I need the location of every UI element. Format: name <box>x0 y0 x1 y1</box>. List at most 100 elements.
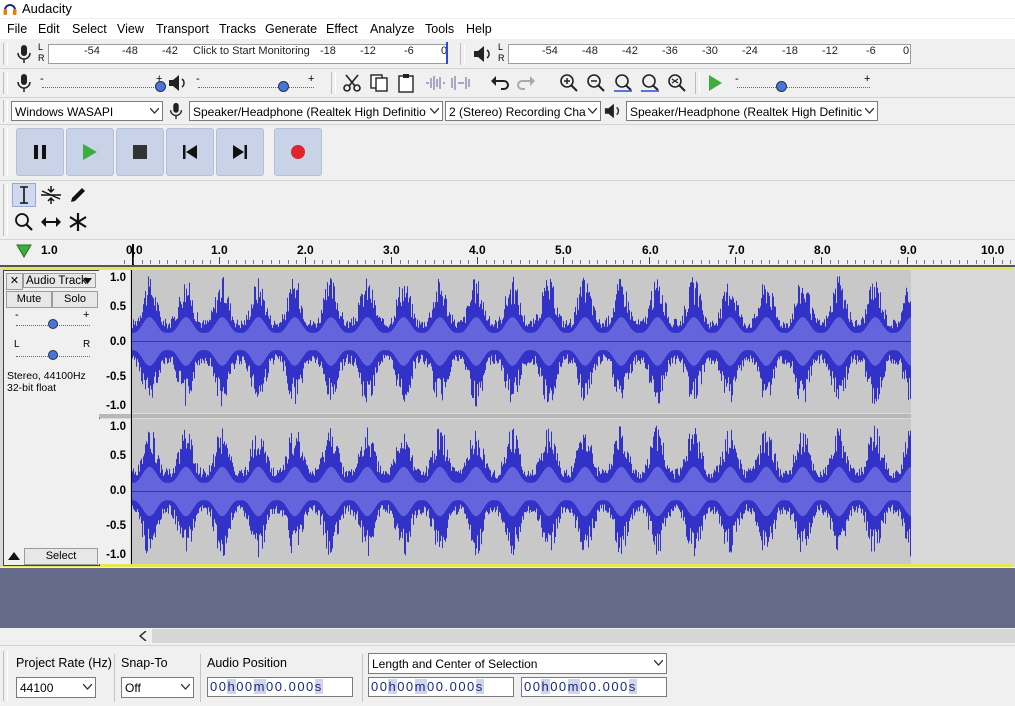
zoom-in-button[interactable] <box>557 71 581 95</box>
selection-length-time[interactable]: 00h00m00.000s <box>368 677 514 697</box>
vertical-scale-channel-2[interactable]: 1.0 0.5 0.0 -0.5 -1.0 <box>99 419 130 564</box>
fit-selection-button[interactable] <box>611 71 635 95</box>
menu-transport[interactable]: Transport <box>156 22 209 36</box>
ruler-tick <box>916 260 917 264</box>
fit-project-button[interactable] <box>638 71 662 95</box>
ruler-tick <box>950 260 951 264</box>
menu-tools[interactable]: Tools <box>425 22 454 36</box>
ruler-tick <box>855 260 856 264</box>
timeline-ruler[interactable]: 1.0 0.0 1.0 2.0 3.0 4.0 5.0 6.0 7.0 8.0 … <box>0 241 1015 267</box>
menu-select[interactable]: Select <box>72 22 107 36</box>
horizontal-scrollbar[interactable] <box>0 628 1015 644</box>
track-gain-thumb[interactable] <box>48 319 58 329</box>
collapse-track-icon[interactable] <box>8 551 20 560</box>
toolbar-grip[interactable] <box>3 128 8 176</box>
scrollbar-track[interactable] <box>152 629 1015 643</box>
playback-volume-slider[interactable] <box>198 86 314 88</box>
skip-to-end-button[interactable] <box>216 128 264 176</box>
selection-mode-select[interactable]: Length and Center of Selection <box>368 653 667 674</box>
recording-volume-thumb[interactable] <box>155 81 166 92</box>
menu-help[interactable]: Help <box>466 22 492 36</box>
ruler-tick <box>838 260 839 264</box>
play-at-speed-button[interactable] <box>703 71 727 95</box>
recording-channels-select[interactable]: 2 (Stereo) Recording Chai <box>445 101 601 121</box>
ruler-tick <box>348 260 349 264</box>
recording-device-select[interactable]: Speaker/Headphone (Realtek High Definiti… <box>189 101 443 121</box>
timeline-options-icon[interactable] <box>16 244 32 258</box>
toolbar-grip[interactable] <box>3 651 8 701</box>
playback-meter[interactable]: LR -54 -48 -42 -36 -30 -24 -18 -12 -6 0 <box>498 42 913 64</box>
audio-position-time[interactable]: 00h00m00.000s <box>207 677 353 697</box>
monitoring-prompt[interactable]: Click to Start Monitoring <box>193 45 310 57</box>
menu-edit[interactable]: Edit <box>38 22 60 36</box>
time-shift-tool-button[interactable] <box>39 210 63 234</box>
toolbar-grip[interactable] <box>3 184 8 236</box>
draw-tool-button[interactable] <box>66 183 90 207</box>
toolbar-grip[interactable] <box>3 72 8 94</box>
silence-button[interactable] <box>449 71 473 95</box>
toolbar-grip[interactable] <box>331 72 336 94</box>
zoom-out-button[interactable] <box>584 71 608 95</box>
vertical-scale-channel-1[interactable]: 1.0 0.5 0.0 -0.5 -1.0 <box>99 270 130 415</box>
time-unit: s <box>314 679 323 694</box>
ruler-tick <box>193 260 194 264</box>
track-solo-button[interactable]: Solo <box>52 291 98 308</box>
copy-button[interactable] <box>367 71 391 95</box>
menu-tracks[interactable]: Tracks <box>219 22 256 36</box>
meter-tick: -36 <box>662 45 678 57</box>
menu-generate[interactable]: Generate <box>265 22 317 36</box>
play-button[interactable] <box>66 128 114 176</box>
audio-host-select[interactable]: Windows WASAPI <box>11 101 163 121</box>
redo-button[interactable] <box>514 71 538 95</box>
toolbar-grip[interactable] <box>3 100 8 122</box>
track-name-menu[interactable]: Audio Track <box>23 273 96 288</box>
paste-button[interactable] <box>394 71 418 95</box>
ruler-tick <box>597 260 598 264</box>
ruler-tick <box>881 260 882 264</box>
waveform-channel-1[interactable] <box>131 270 911 413</box>
selection-center-time[interactable]: 00h00m00.000s <box>521 677 667 697</box>
time-unit: m <box>414 679 428 694</box>
waveform-channel-2[interactable] <box>131 419 911 564</box>
envelope-tool-button[interactable] <box>39 183 63 207</box>
scroll-left-icon[interactable] <box>139 631 147 641</box>
pause-button[interactable] <box>16 128 64 176</box>
recording-volume-slider[interactable] <box>42 86 162 88</box>
ruler-tick <box>976 260 977 264</box>
selection-tool-button[interactable] <box>12 183 36 207</box>
menu-file[interactable]: File <box>7 22 27 36</box>
toolbar-grip[interactable] <box>695 72 700 94</box>
track-menu-arrow-icon <box>83 278 92 284</box>
play-speed-slider[interactable] <box>737 86 870 88</box>
menu-view[interactable]: View <box>117 22 144 36</box>
time-unit: s <box>475 679 484 694</box>
trim-button[interactable] <box>423 71 447 95</box>
menu-effect[interactable]: Effect <box>326 22 358 36</box>
toolbar-grip[interactable] <box>3 43 8 65</box>
cut-button[interactable] <box>340 71 364 95</box>
zoom-toggle-button[interactable] <box>665 71 689 95</box>
recording-meter[interactable]: LR -54 -48 -42 Click to Start Monitoring… <box>38 42 450 64</box>
track-select-button[interactable]: Select <box>24 548 98 565</box>
stop-button[interactable] <box>116 128 164 176</box>
time-unit: m <box>567 679 581 694</box>
track-empty-area[interactable] <box>911 270 1013 564</box>
track-close-button[interactable]: ✕ <box>6 273 23 290</box>
snap-to-select[interactable]: Off <box>121 677 194 698</box>
clipboard-icon <box>398 74 414 93</box>
multi-tool-button[interactable] <box>66 210 90 234</box>
project-rate-select[interactable]: 44100 <box>16 677 96 698</box>
playback-volume-thumb[interactable] <box>278 81 289 92</box>
menu-analyze[interactable]: Analyze <box>370 22 414 36</box>
play-icon <box>709 75 722 91</box>
project-background[interactable] <box>0 568 1015 628</box>
undo-button[interactable] <box>488 71 512 95</box>
track-mute-button[interactable]: Mute <box>6 291 52 308</box>
record-button[interactable] <box>274 128 322 176</box>
playback-device-select[interactable]: Speaker/Headphone (Realtek High Definiti… <box>626 101 878 121</box>
zoom-tool-button[interactable] <box>12 210 36 234</box>
skip-to-start-button[interactable] <box>166 128 214 176</box>
track-pan-thumb[interactable] <box>48 350 58 360</box>
play-speed-thumb[interactable] <box>776 81 787 92</box>
toolbar-grip[interactable] <box>460 43 465 65</box>
